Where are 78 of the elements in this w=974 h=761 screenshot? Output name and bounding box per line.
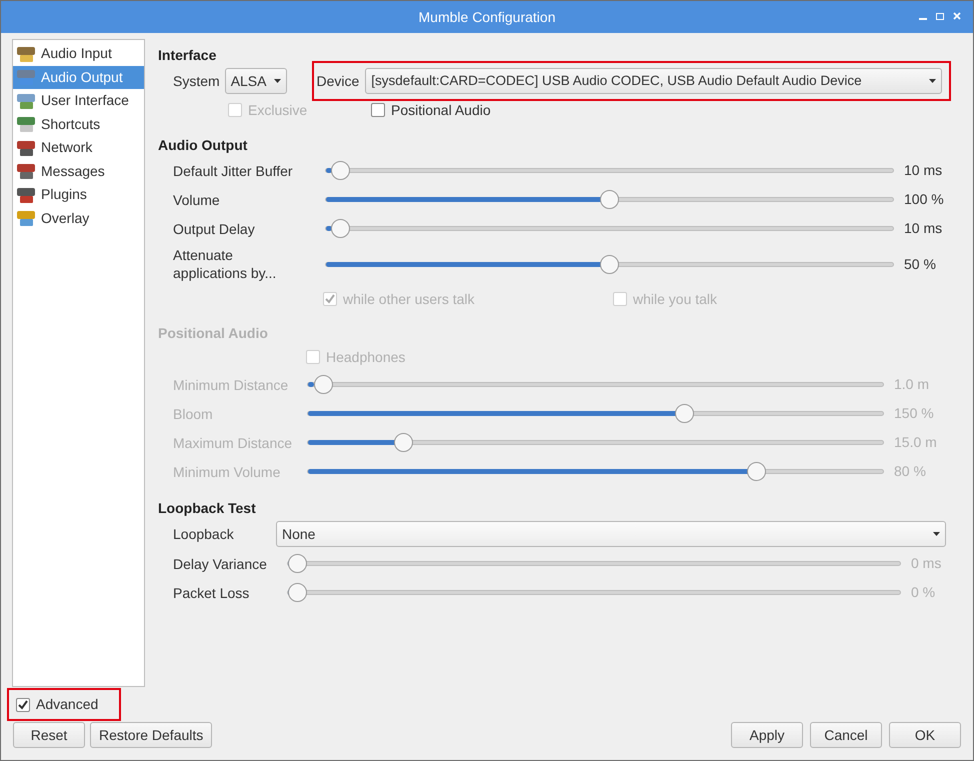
section-heading: Loopback Test: [158, 499, 257, 518]
slider-thumb[interactable]: [674, 404, 694, 423]
slider-value: 100 %: [903, 190, 945, 209]
dialog-button[interactable]: Reset: [13, 722, 85, 748]
checkbox[interactable]: Advanced: [16, 694, 98, 715]
slider-thumb[interactable]: [331, 219, 350, 238]
slider[interactable]: [325, 218, 894, 238]
dialog-button[interactable]: OK: [889, 722, 961, 748]
slider[interactable]: [287, 554, 901, 574]
device-dropdown[interactable]: [sysdefault:CARD=CODEC] USB Audio CODEC, USB Audio Default Audio Device: [365, 68, 942, 94]
slider-value: 10 ms: [903, 161, 944, 180]
slider-label: Minimum Volume: [173, 462, 282, 480]
slider-label: Attenuate applications by...: [173, 246, 278, 282]
caret-icon: [933, 532, 940, 536]
section-heading: Interface: [158, 46, 218, 65]
system-dropdown[interactable]: ALSA: [224, 68, 286, 94]
slider-value: 150 %: [893, 404, 935, 423]
slider-thumb[interactable]: [600, 190, 619, 209]
slider-label: Output Delay: [173, 220, 256, 238]
caret-icon: [274, 79, 280, 83]
loopback-dropdown[interactable]: None: [276, 521, 946, 547]
slider-thumb[interactable]: [331, 161, 350, 180]
section-heading: Audio Output: [158, 136, 248, 155]
close-icon[interactable]: [953, 12, 961, 20]
slider-thumb[interactable]: [314, 375, 333, 394]
slider[interactable]: [307, 432, 884, 452]
caret-icon: [929, 79, 936, 83]
slider-value: 15.0 m: [893, 433, 938, 452]
slider-label: Bloom: [173, 404, 214, 422]
slider-label: Maximum Distance: [173, 434, 294, 452]
slider[interactable]: [307, 374, 884, 394]
slider-value: 80 %: [893, 462, 927, 481]
checkbox-box[interactable]: [371, 103, 385, 117]
slider-thumb[interactable]: [394, 433, 414, 452]
checkbox-box[interactable]: [16, 698, 30, 712]
slider-thumb[interactable]: [600, 254, 619, 274]
checkbox[interactable]: Positional Audio: [371, 100, 491, 120]
slider[interactable]: [325, 254, 894, 274]
category-item[interactable]: Network: [13, 136, 144, 160]
category-item[interactable]: Messages: [13, 160, 144, 183]
dialog-button[interactable]: Cancel: [810, 722, 882, 748]
slider-thumb[interactable]: [288, 554, 307, 573]
dialog-button[interactable]: Restore Defaults: [90, 722, 212, 748]
category-item[interactable]: Audio Input: [13, 42, 144, 66]
slider-label: Delay Variance: [173, 554, 268, 572]
check-icon: [18, 700, 28, 710]
slider-value: 0 ms: [910, 554, 942, 573]
slider-label: Default Jitter Buffer: [173, 162, 294, 180]
category-item[interactable]: User Interface: [13, 89, 144, 112]
category-item[interactable]: Overlay: [13, 206, 144, 230]
slider[interactable]: [287, 582, 901, 602]
slider-thumb[interactable]: [747, 462, 766, 481]
field-label: Loopback: [173, 524, 235, 544]
dialog-button[interactable]: Apply: [731, 722, 803, 748]
field-label: System: [173, 72, 220, 91]
slider-thumb[interactable]: [288, 583, 307, 602]
slider[interactable]: [325, 160, 894, 180]
slider-value: 0 %: [910, 583, 936, 602]
slider[interactable]: [307, 462, 884, 482]
category-icon: [15, 161, 37, 182]
slider[interactable]: [307, 404, 884, 424]
check-icon: [325, 294, 335, 304]
field-label: Device: [316, 72, 360, 90]
slider-label: Packet Loss: [173, 584, 250, 602]
slider-label: Minimum Distance: [173, 376, 290, 394]
category-item[interactable]: Plugins: [13, 183, 144, 206]
maximize-icon[interactable]: [936, 12, 944, 20]
category-icon: [15, 114, 37, 134]
slider-value: 50 %: [903, 254, 937, 274]
section-heading: Positional Audio: [158, 324, 269, 343]
slider-label: Volume: [173, 190, 221, 208]
slider[interactable]: [325, 190, 894, 210]
category-icon: [15, 67, 37, 88]
slider-value: 1.0 m: [893, 375, 930, 394]
slider-value: 10 ms: [903, 219, 944, 238]
window-title: Mumble Configuration: [418, 8, 556, 27]
category-item[interactable]: Shortcuts: [13, 112, 144, 136]
category-icon: [15, 208, 37, 228]
